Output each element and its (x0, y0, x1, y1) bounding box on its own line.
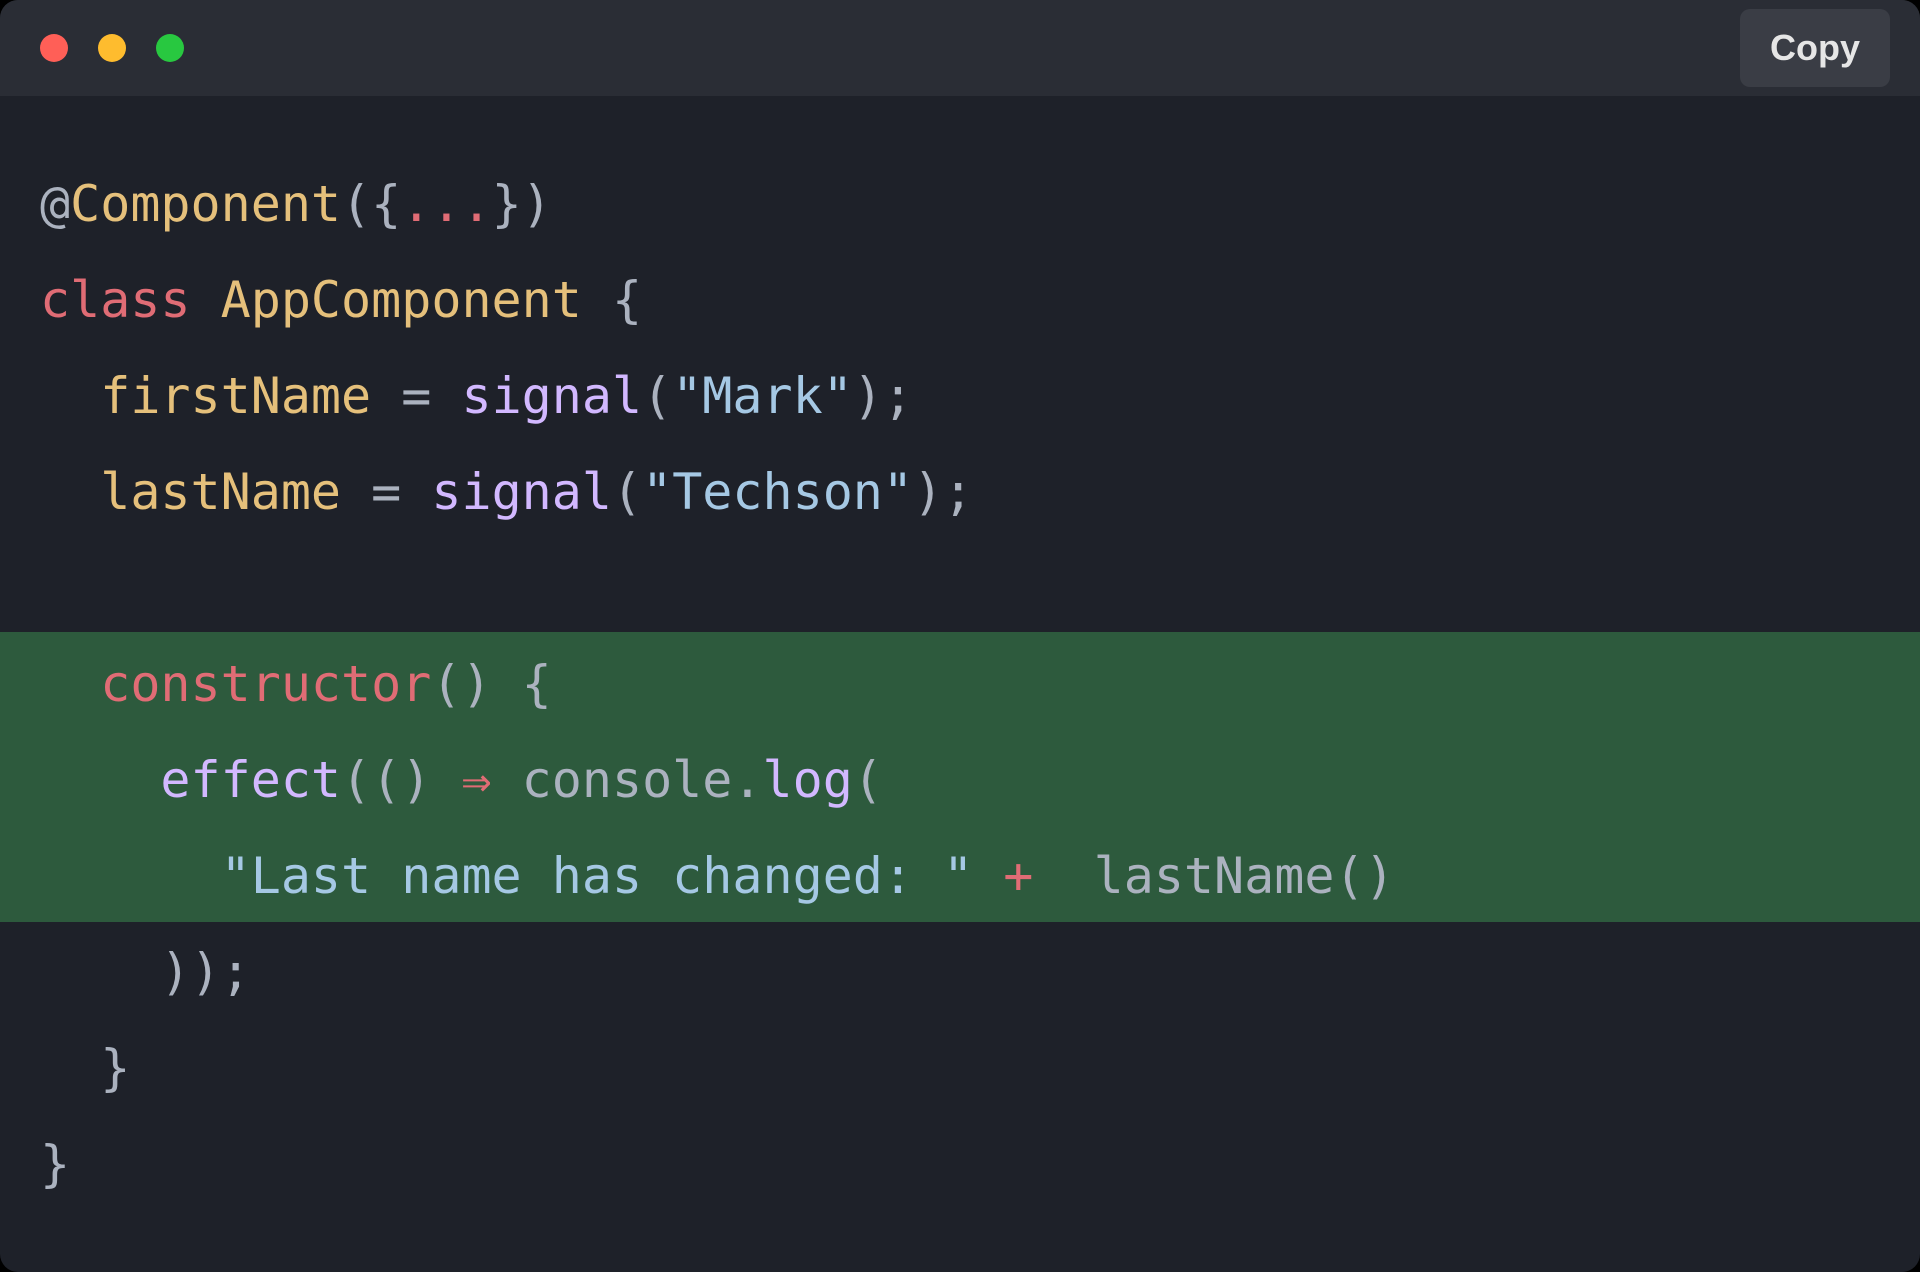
function-call: signal (461, 367, 642, 425)
indent (40, 751, 160, 809)
code-line (40, 540, 1920, 636)
string-literal: "Techson" (642, 463, 913, 521)
string-literal: "Last name has changed: " (221, 847, 974, 905)
plus-operator: + (973, 847, 1063, 905)
ellipsis: ... (401, 175, 491, 233)
code-line: constructor() { (40, 636, 1920, 732)
maximize-icon[interactable] (156, 34, 184, 62)
paren-close-semi: ); (853, 367, 913, 425)
code-line: @Component({...}) (40, 156, 1920, 252)
constructor-keyword: constructor (100, 655, 431, 713)
class-name: AppComponent (221, 271, 582, 329)
arrow-operator: ⇒ (431, 751, 521, 809)
indent (40, 463, 100, 521)
indent (40, 655, 100, 713)
log-method: log (763, 751, 853, 809)
code-line: } (40, 1116, 1920, 1212)
close-parens-semi: )); (160, 943, 250, 1001)
code-line: } (40, 1020, 1920, 1116)
window-titlebar: Copy (0, 0, 1920, 96)
code-line: firstName = signal("Mark"); (40, 348, 1920, 444)
dot: . (732, 751, 762, 809)
indent (40, 1039, 100, 1097)
code-area: @Component({...}) class AppComponent { f… (0, 96, 1920, 1272)
paren-open: ( (853, 751, 883, 809)
code-line: class AppComponent { (40, 252, 1920, 348)
code-line: )); (40, 924, 1920, 1020)
equals: = (341, 463, 431, 521)
brace-open: { (582, 271, 642, 329)
brace-open: { (492, 655, 552, 713)
punct: }) (492, 175, 552, 233)
traffic-lights (40, 34, 184, 62)
class-keyword: class (40, 271, 191, 329)
code-line: "Last name has changed: " + lastName() (40, 828, 1920, 924)
equals: = (371, 367, 461, 425)
code-window: Copy @Component({...}) class AppComponen… (0, 0, 1920, 1272)
brace-close: } (100, 1039, 130, 1097)
property-name: lastName (100, 463, 341, 521)
indent (40, 943, 160, 1001)
property-name: firstName (100, 367, 371, 425)
punct: ({ (341, 175, 401, 233)
copy-button[interactable]: Copy (1740, 9, 1890, 87)
console-object: console (522, 751, 733, 809)
function-call: signal (431, 463, 612, 521)
code-line: effect(() ⇒ console.log( (40, 732, 1920, 828)
close-icon[interactable] (40, 34, 68, 62)
paren-close-semi: ); (913, 463, 973, 521)
decorator-name: Component (70, 175, 341, 233)
code-line: lastName = signal("Techson"); (40, 444, 1920, 540)
paren-open: ( (642, 367, 672, 425)
paren-open: ( (612, 463, 642, 521)
minimize-icon[interactable] (98, 34, 126, 62)
paren-open: (() (341, 751, 431, 809)
indent (40, 367, 100, 425)
at-symbol: @ (40, 175, 70, 233)
string-literal: "Mark" (672, 367, 853, 425)
brace-close: } (40, 1135, 70, 1193)
parens: () (431, 655, 491, 713)
code-content: @Component({...}) class AppComponent { f… (40, 156, 1920, 1212)
variable-call: lastName (1064, 847, 1335, 905)
indent (40, 847, 221, 905)
parens: () (1334, 847, 1394, 905)
function-call: effect (160, 751, 341, 809)
